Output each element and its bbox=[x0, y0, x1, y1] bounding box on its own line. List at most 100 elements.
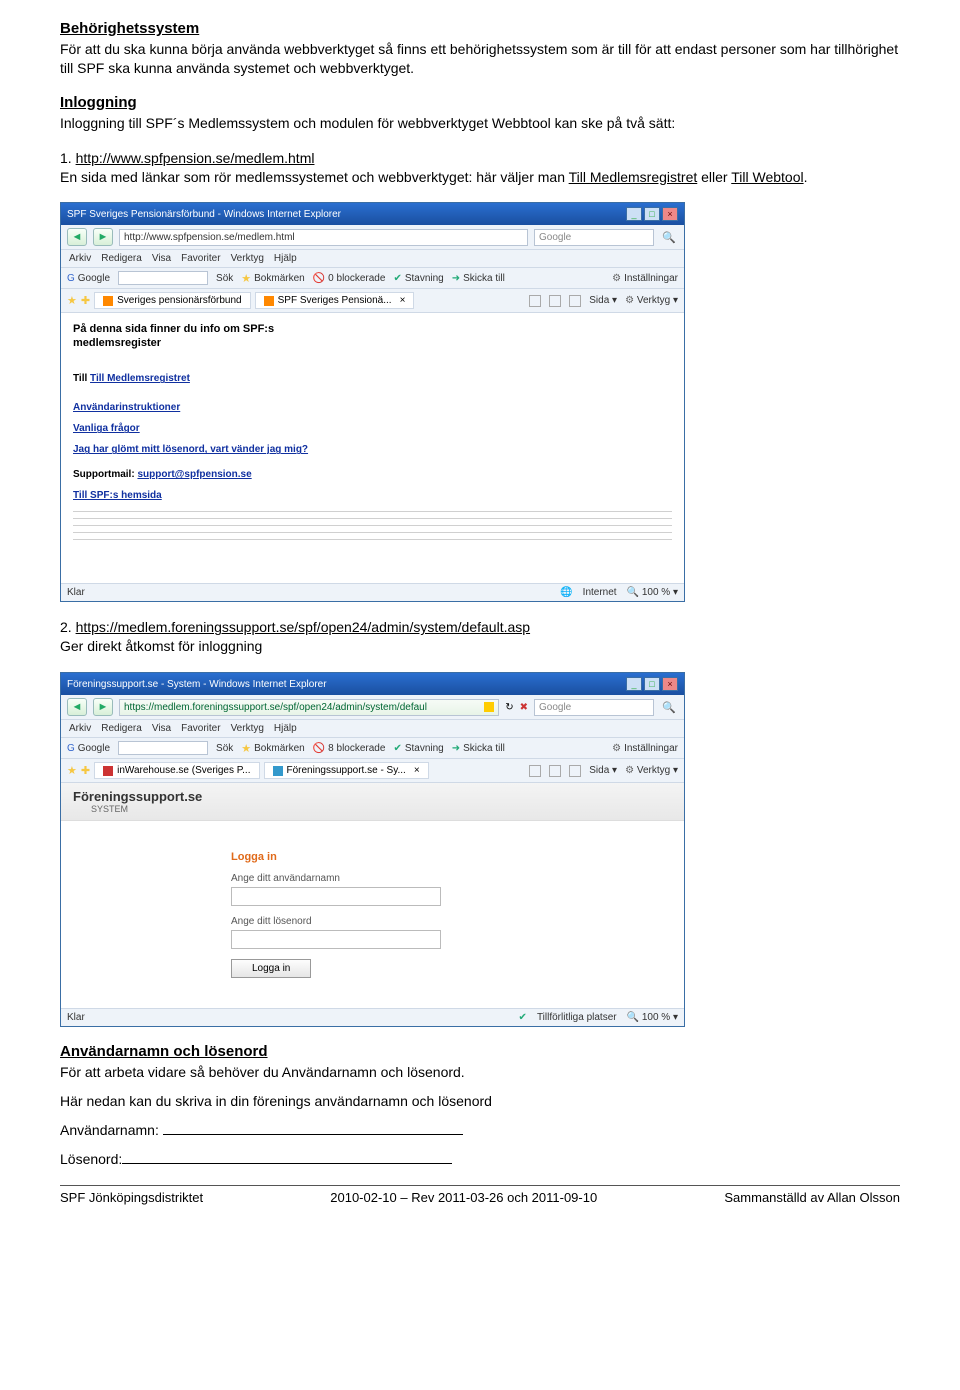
bokmarken-button[interactable]: ★Bokmärken bbox=[241, 742, 304, 755]
method-2: 2. https://medlem.foreningssupport.se/sp… bbox=[60, 618, 900, 656]
paragraph-intro: För att du ska kunna börja använda webbv… bbox=[60, 40, 900, 78]
item2-number: 2. bbox=[60, 619, 76, 635]
browser2-address-row: ◄ ► https://medlem.foreningssupport.se/s… bbox=[61, 695, 684, 720]
menu-favoriter[interactable]: Favoriter bbox=[181, 723, 220, 734]
url-field[interactable]: http://www.spfpension.se/medlem.html bbox=[119, 229, 528, 246]
skicka-button[interactable]: ➜Skicka till bbox=[452, 743, 505, 754]
password-input[interactable] bbox=[231, 930, 441, 949]
tab-2[interactable]: Föreningssupport.se - Sy...× bbox=[264, 762, 429, 779]
item1-end: . bbox=[804, 169, 808, 185]
menu-redigera[interactable]: Redigera bbox=[101, 253, 142, 264]
paragraph-two-ways: Inloggning till SPF´s Medlemssystem och … bbox=[60, 114, 900, 133]
tab-2[interactable]: SPF Sveriges Pensionä...× bbox=[255, 292, 415, 309]
browser1-menubar: Arkiv Redigera Visa Favoriter Verktyg Hj… bbox=[61, 250, 684, 268]
paragraph-need-credentials: För att arbeta vidare så behöver du Anvä… bbox=[60, 1063, 900, 1082]
menu-hjalp[interactable]: Hjälp bbox=[274, 253, 297, 264]
home-icon[interactable] bbox=[529, 765, 541, 777]
zoom-indicator[interactable]: 🔍 100 % ▾ bbox=[627, 587, 678, 598]
brand-bar: Föreningssupport.se SYSTEM bbox=[61, 783, 684, 821]
menu-verktyg[interactable]: Verktyg bbox=[231, 253, 264, 264]
link-glomt-losenord[interactable]: Jag har glömt mitt lösenord, vart vänder… bbox=[73, 444, 672, 455]
close-button[interactable]: × bbox=[662, 677, 678, 691]
forward-icon[interactable]: ► bbox=[93, 698, 113, 716]
home-icon[interactable] bbox=[529, 295, 541, 307]
minimize-button[interactable]: _ bbox=[626, 677, 642, 691]
forward-icon[interactable]: ► bbox=[93, 228, 113, 246]
login-button[interactable]: Logga in bbox=[231, 959, 311, 978]
menu-visa[interactable]: Visa bbox=[152, 253, 171, 264]
refresh-icon[interactable]: ↻ bbox=[505, 702, 513, 713]
feed-icon[interactable] bbox=[549, 295, 561, 307]
menu-visa[interactable]: Visa bbox=[152, 723, 171, 734]
password-line: Lösenord: bbox=[60, 1150, 900, 1169]
menu-redigera[interactable]: Redigera bbox=[101, 723, 142, 734]
sok-button[interactable]: Sök bbox=[216, 273, 233, 284]
google-toolbar-label: GGoogle bbox=[67, 273, 110, 284]
blocked-button[interactable]: 🚫0 blockerade bbox=[313, 273, 386, 284]
install-button[interactable]: ⚙Inställningar bbox=[612, 273, 678, 284]
search-field[interactable]: Google bbox=[534, 229, 654, 246]
login-panel: Logga in Ange ditt användarnamn Ange dit… bbox=[61, 821, 684, 1008]
content-heading-2: medlemsregister bbox=[73, 337, 672, 349]
back-icon[interactable]: ◄ bbox=[67, 228, 87, 246]
sida-dropdown[interactable]: Sida ▾ bbox=[589, 765, 617, 776]
verktyg-dropdown[interactable]: ⚙ Verktyg ▾ bbox=[625, 765, 678, 776]
browser1-titlebar: SPF Sveriges Pensionärsförbund - Windows… bbox=[61, 203, 684, 225]
favicon-icon bbox=[103, 296, 113, 306]
verktyg-dropdown[interactable]: ⚙ Verktyg ▾ bbox=[625, 295, 678, 306]
back-icon[interactable]: ◄ bbox=[67, 698, 87, 716]
menu-verktyg[interactable]: Verktyg bbox=[231, 723, 264, 734]
search-icon[interactable]: 🔍 bbox=[660, 228, 678, 246]
browser1-statusbar: Klar 🌐 Internet 🔍 100 % ▾ bbox=[61, 583, 684, 601]
favorites-star-icon[interactable]: ★ bbox=[67, 764, 77, 777]
zoom-indicator[interactable]: 🔍 100 % ▾ bbox=[627, 1012, 678, 1023]
link-vanliga-fragor[interactable]: Vanliga frågor bbox=[73, 423, 672, 434]
favorites-add-icon[interactable]: ✚ bbox=[81, 764, 90, 777]
link-spf-hemsida[interactable]: Till SPF:s hemsida bbox=[73, 490, 672, 501]
browser-screenshot-1: SPF Sveriges Pensionärsförbund - Windows… bbox=[60, 202, 685, 602]
link-anvandarinstruktioner[interactable]: Användarinstruktioner bbox=[73, 402, 672, 413]
maximize-button[interactable]: □ bbox=[644, 207, 660, 221]
favorites-star-icon[interactable]: ★ bbox=[67, 294, 77, 307]
paragraph-write-below: Här nedan kan du skriva in din förenings… bbox=[60, 1092, 900, 1111]
google-search-input[interactable] bbox=[118, 271, 208, 285]
content-divider bbox=[73, 532, 672, 533]
stavning-button[interactable]: ✔Stavning bbox=[393, 743, 443, 754]
sida-dropdown[interactable]: Sida ▾ bbox=[589, 295, 617, 306]
blocked-button[interactable]: 🚫8 blockerade bbox=[313, 743, 386, 754]
maximize-button[interactable]: □ bbox=[644, 677, 660, 691]
tab-1[interactable]: Sveriges pensionärsförbund bbox=[94, 292, 251, 309]
stop-icon[interactable]: ✖ bbox=[520, 702, 528, 713]
search-icon[interactable]: 🔍 bbox=[660, 698, 678, 716]
sok-button[interactable]: Sök bbox=[216, 743, 233, 754]
username-input[interactable] bbox=[231, 887, 441, 906]
link-medlemsregistret[interactable]: Till Medlemsregistret bbox=[90, 373, 190, 384]
skicka-button[interactable]: ➜Skicka till bbox=[452, 273, 505, 284]
footer-center: 2010-02-10 – Rev 2011-03-26 och 2011-09-… bbox=[330, 1190, 597, 1205]
internet-zone-icon: 🌐 bbox=[560, 587, 572, 598]
search-field[interactable]: Google bbox=[534, 699, 654, 716]
username-blank bbox=[163, 1124, 463, 1135]
link-support-mail[interactable]: support@spfpension.se bbox=[137, 469, 251, 480]
install-button[interactable]: ⚙Inställningar bbox=[612, 743, 678, 754]
content-divider bbox=[73, 518, 672, 519]
menu-arkiv[interactable]: Arkiv bbox=[69, 723, 91, 734]
favorites-add-icon[interactable]: ✚ bbox=[81, 294, 90, 307]
stavning-button[interactable]: ✔Stavning bbox=[393, 273, 443, 284]
print-icon[interactable] bbox=[569, 295, 581, 307]
status-klar: Klar bbox=[67, 1012, 85, 1023]
tab-1[interactable]: inWarehouse.se (Sveriges P... bbox=[94, 762, 259, 779]
content-heading-1: På denna sida finner du info om SPF:s bbox=[73, 323, 672, 335]
url-field-secure[interactable]: https://medlem.foreningssupport.se/spf/o… bbox=[119, 699, 499, 716]
password-blank bbox=[122, 1153, 452, 1164]
bokmarken-button[interactable]: ★Bokmärken bbox=[241, 272, 304, 285]
menu-hjalp[interactable]: Hjälp bbox=[274, 723, 297, 734]
close-button[interactable]: × bbox=[662, 207, 678, 221]
menu-arkiv[interactable]: Arkiv bbox=[69, 253, 91, 264]
google-search-input[interactable] bbox=[118, 741, 208, 755]
heading-inloggning: Inloggning bbox=[60, 94, 900, 111]
print-icon[interactable] bbox=[569, 765, 581, 777]
feed-icon[interactable] bbox=[549, 765, 561, 777]
minimize-button[interactable]: _ bbox=[626, 207, 642, 221]
menu-favoriter[interactable]: Favoriter bbox=[181, 253, 220, 264]
